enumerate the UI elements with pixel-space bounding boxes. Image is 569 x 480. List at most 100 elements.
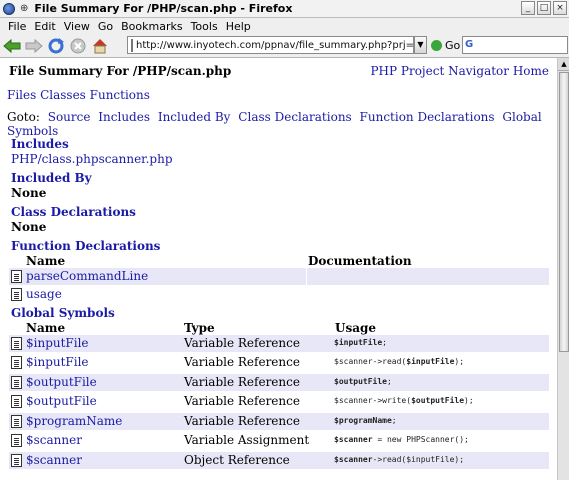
goto-bar: Goto: Source Includes Included By Class …	[7, 110, 557, 138]
page-content: File Summary For /PHP/scan.php PHP Proje…	[0, 58, 557, 480]
forward-arrow-icon	[25, 38, 43, 53]
menu-bookmarks[interactable]: Bookmarks	[121, 20, 182, 33]
global-symbol-row: $inputFile Variable Reference $scanner->…	[9, 354, 549, 371]
stop-icon	[70, 38, 86, 53]
back-button[interactable]	[2, 36, 22, 56]
function-name-link[interactable]: parseCommandLine	[26, 269, 148, 283]
url-text[interactable]: http://www.inyotech.com/ppnav/file_summa…	[136, 40, 413, 51]
symbol-type: Variable Assignment	[184, 433, 310, 447]
symbol-usage: $scanner->read($inputFile);	[334, 357, 465, 366]
symbol-type: Variable Reference	[184, 336, 300, 350]
reload-button[interactable]	[46, 36, 66, 56]
global-usage-header: Usage	[335, 321, 377, 335]
forward-button[interactable]	[24, 36, 44, 56]
goto-source-link[interactable]: Source	[48, 110, 91, 124]
document-icon[interactable]	[11, 337, 22, 350]
firefox-icon	[3, 2, 15, 15]
included-by-value: None	[11, 186, 47, 200]
global-symbol-row: $outputFile Variable Reference $scanner-…	[9, 393, 549, 410]
global-symbol-row: $outputFile Variable Reference $outputFi…	[9, 374, 549, 391]
global-type-header: Type	[184, 321, 215, 335]
document-icon[interactable]	[11, 270, 22, 283]
function-row: parseCommandLine	[9, 268, 549, 285]
included-by-heading: Included By	[11, 171, 92, 185]
scrollbar-thumb[interactable]	[559, 72, 569, 352]
global-symbol-row: $scanner Variable Assignment $scanner = …	[9, 432, 549, 449]
document-icon[interactable]	[11, 395, 22, 408]
home-icon	[93, 38, 107, 53]
symbol-name-link[interactable]: $scanner	[26, 433, 82, 447]
goto-class-declarations-link[interactable]: Class Declarations	[238, 110, 351, 124]
function-name-header: Name	[26, 254, 66, 268]
class-declarations-value: None	[11, 220, 47, 234]
global-symbols-heading: Global Symbols	[11, 306, 115, 320]
menu-help[interactable]: Help	[226, 20, 251, 33]
function-doc-header: Documentation	[308, 254, 412, 268]
document-icon[interactable]	[11, 454, 22, 467]
class-declarations-heading: Class Declarations	[11, 205, 136, 219]
symbol-type: Object Reference	[184, 453, 290, 467]
includes-heading: Includes	[11, 137, 69, 151]
section-tabs-link[interactable]: Files Classes Functions	[7, 88, 150, 102]
document-icon[interactable]	[11, 415, 22, 428]
project-home-link[interactable]: PHP Project Navigator Home	[370, 64, 549, 78]
menu-bar: File Edit View Go Bookmarks Tools Help	[0, 18, 569, 34]
go-arrow-icon	[431, 39, 442, 51]
global-symbol-row: $scanner Object Reference $scanner->read…	[9, 452, 549, 469]
symbol-type: Variable Reference	[184, 375, 300, 389]
page-title: File Summary For /PHP/scan.php	[9, 64, 232, 78]
go-label: Go	[445, 38, 461, 52]
maximize-button[interactable]: □	[537, 1, 551, 15]
goto-includes-link[interactable]: Includes	[98, 110, 150, 124]
go-button[interactable]: Go	[431, 36, 460, 54]
close-button[interactable]: ×	[553, 1, 567, 15]
home-button[interactable]	[90, 36, 110, 56]
document-icon[interactable]	[11, 356, 22, 369]
scroll-up-arrow-icon[interactable]: ▲	[558, 58, 569, 71]
symbol-name-link[interactable]: $outputFile	[26, 394, 97, 408]
symbol-usage: $inputFile;	[334, 338, 387, 347]
symbol-name-link[interactable]: $inputFile	[26, 336, 89, 350]
menu-tools[interactable]: Tools	[191, 20, 218, 33]
function-name-link[interactable]: usage	[26, 287, 62, 301]
pin-icon[interactable]: ⊕	[20, 3, 28, 14]
menu-go[interactable]: Go	[98, 20, 113, 33]
function-declarations-heading: Function Declarations	[11, 239, 161, 253]
symbol-usage: $programName;	[334, 416, 397, 425]
document-icon[interactable]	[11, 288, 22, 301]
stop-button[interactable]	[68, 36, 88, 56]
symbol-type: Variable Reference	[184, 394, 300, 408]
document-icon[interactable]	[11, 434, 22, 447]
symbol-usage: $scanner->read($inputFile);	[334, 455, 465, 464]
symbol-type: Variable Reference	[184, 355, 300, 369]
search-input[interactable]: G	[462, 36, 568, 54]
goto-included-by-link[interactable]: Included By	[158, 110, 231, 124]
symbol-name-link[interactable]: $scanner	[26, 453, 82, 467]
menu-view[interactable]: View	[64, 20, 90, 33]
window-title: File Summary For /PHP/scan.php - Firefox	[34, 2, 293, 15]
window-titlebar[interactable]: ⊕ File Summary For /PHP/scan.php - Firef…	[0, 0, 569, 18]
global-name-header: Name	[26, 321, 66, 335]
include-file-link[interactable]: PHP/class.phpscanner.php	[11, 152, 173, 166]
global-symbol-row: $inputFile Variable Reference $inputFile…	[9, 335, 549, 352]
symbol-usage: $scanner = new PHPScanner();	[334, 435, 469, 444]
page-icon	[131, 38, 133, 52]
goto-function-declarations-link[interactable]: Function Declarations	[360, 110, 495, 124]
google-icon: G	[465, 39, 474, 50]
function-row: usage	[9, 286, 549, 303]
symbol-name-link[interactable]: $inputFile	[26, 355, 89, 369]
document-icon[interactable]	[11, 376, 22, 389]
back-arrow-icon	[3, 38, 21, 53]
global-symbol-row: $programName Variable Reference $program…	[9, 413, 549, 430]
symbol-usage: $outputFile;	[334, 377, 392, 386]
url-bar[interactable]: http://www.inyotech.com/ppnav/file_summa…	[127, 36, 414, 54]
symbol-type: Variable Reference	[184, 414, 300, 428]
symbol-name-link[interactable]: $outputFile	[26, 375, 97, 389]
menu-file[interactable]: File	[8, 20, 26, 33]
menu-edit[interactable]: Edit	[34, 20, 55, 33]
url-dropdown-button[interactable]: ▼	[414, 36, 427, 54]
symbol-name-link[interactable]: $programName	[26, 414, 122, 428]
reload-icon	[48, 37, 64, 53]
vertical-scrollbar[interactable]: ▲	[557, 58, 569, 480]
minimize-button[interactable]: _	[521, 1, 535, 15]
